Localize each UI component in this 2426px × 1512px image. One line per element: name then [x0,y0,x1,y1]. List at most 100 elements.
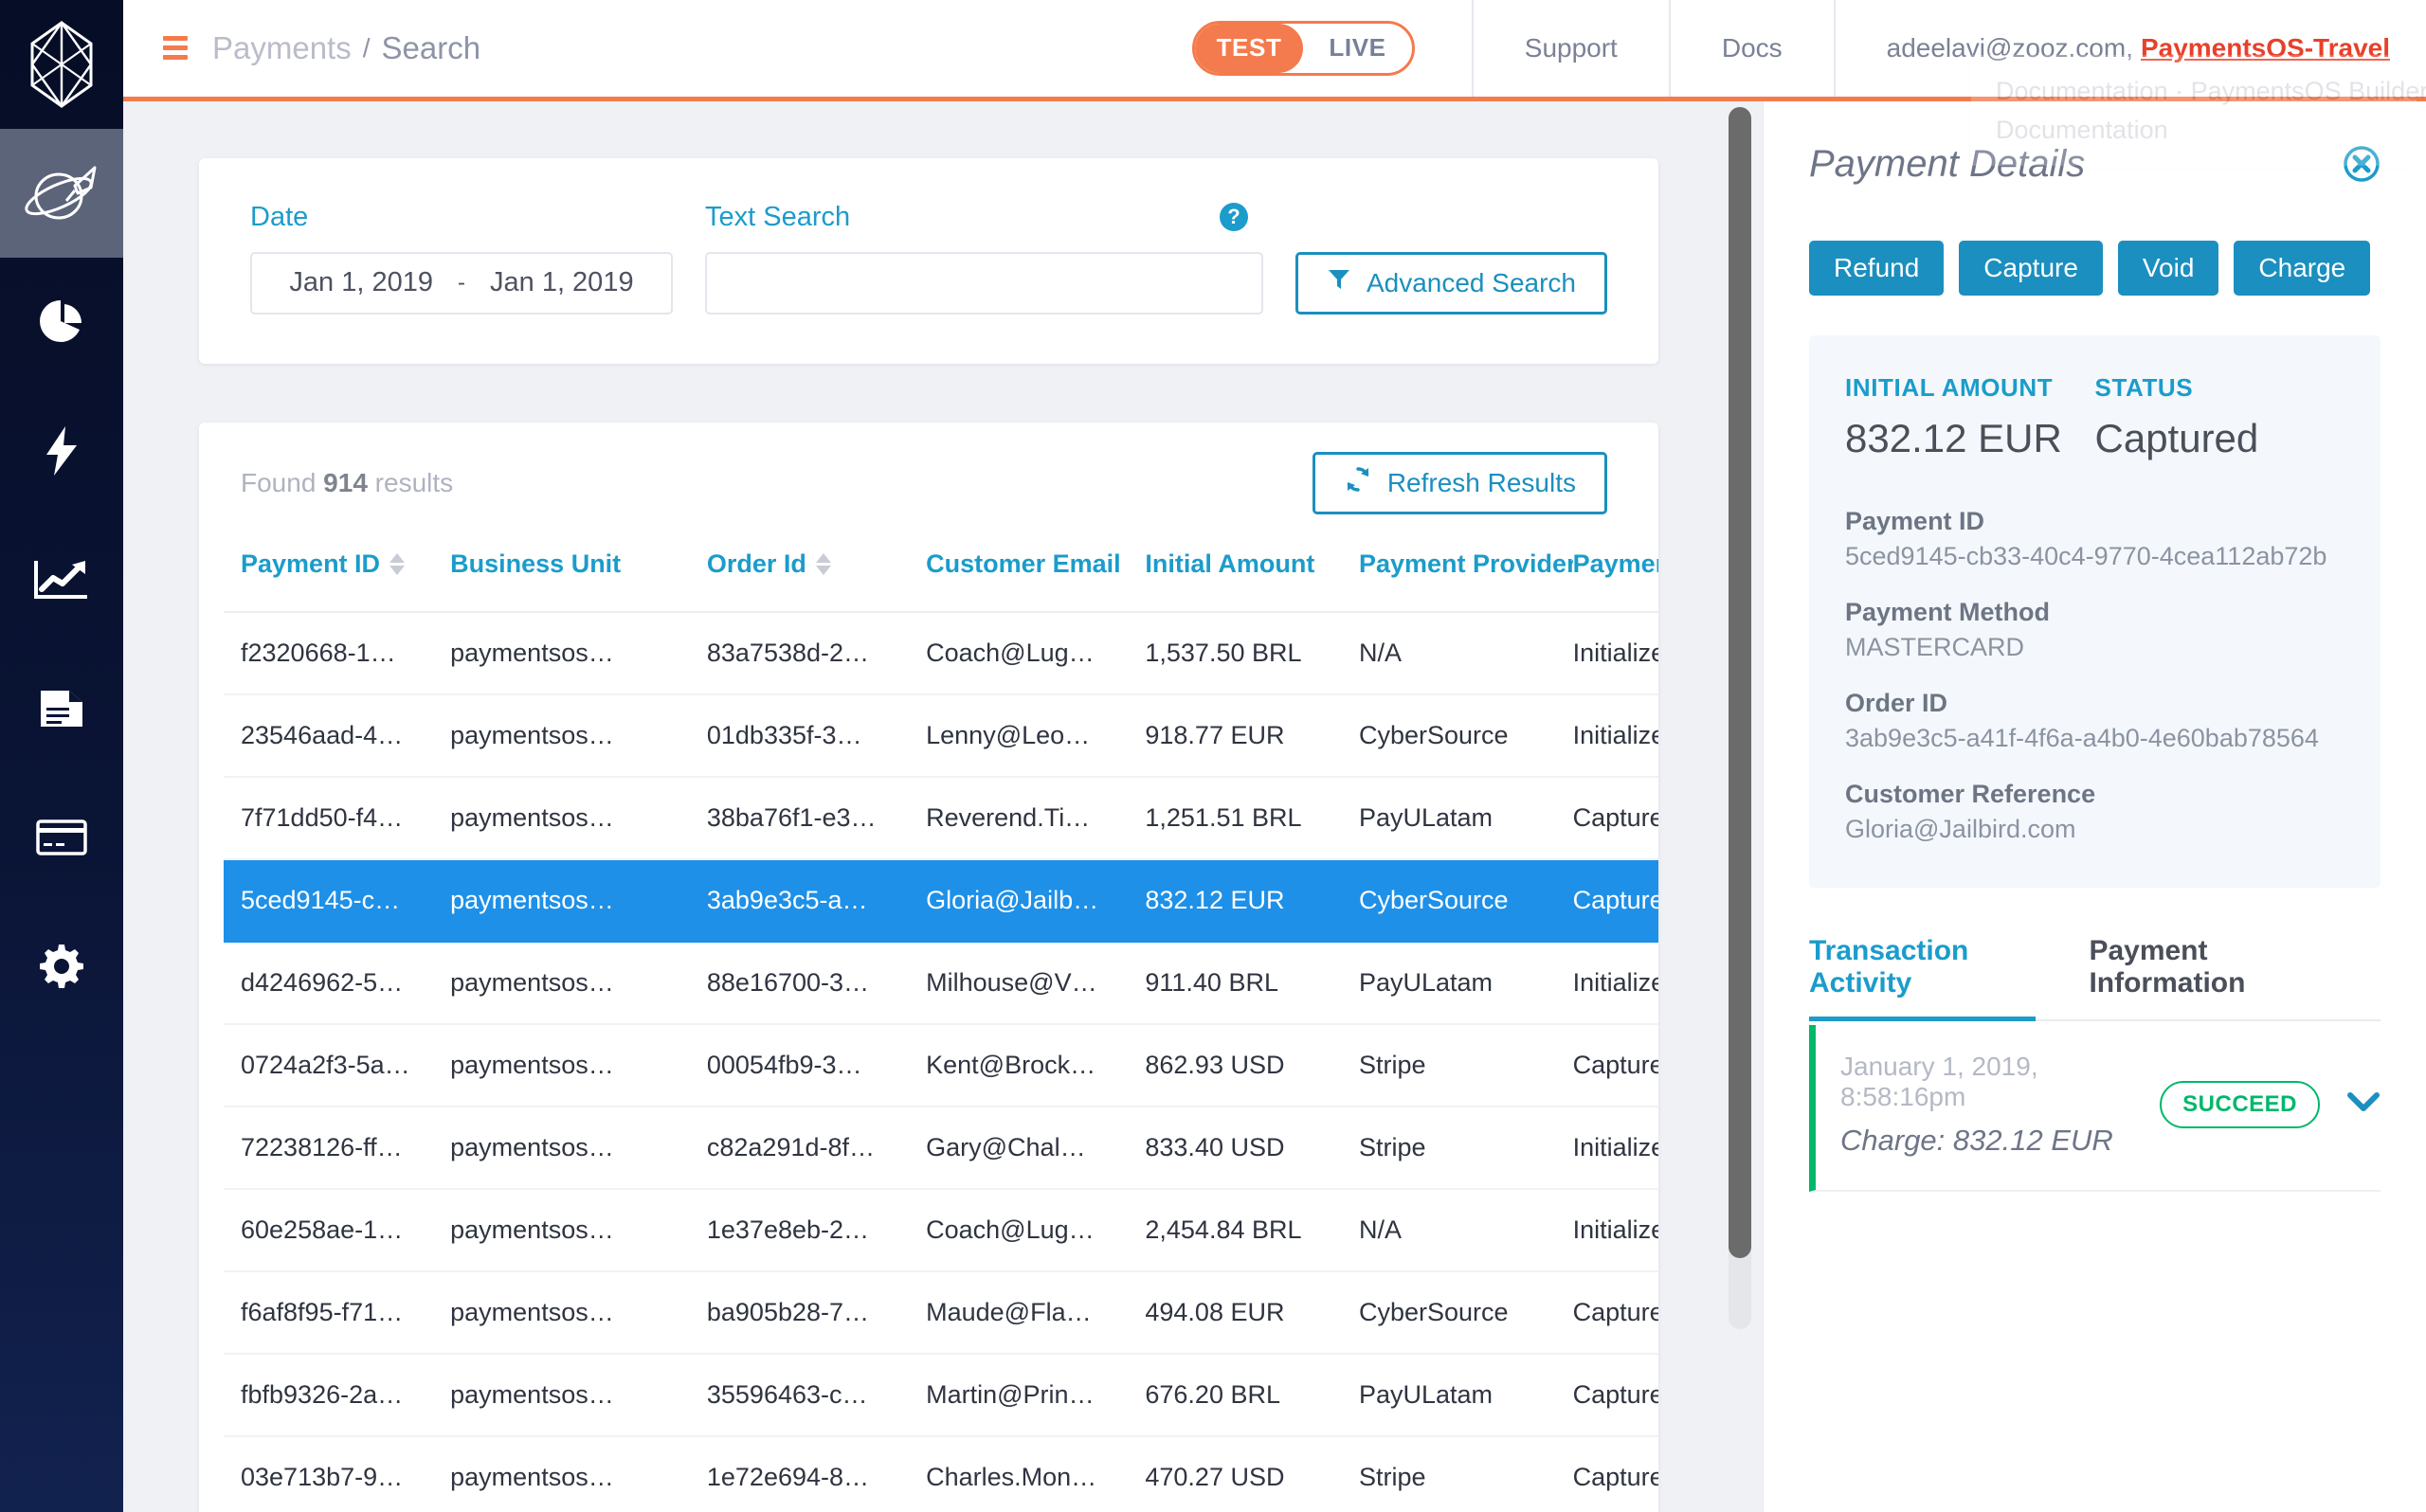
column-header-4[interactable]: Initial Amount [1145,543,1359,613]
cell-business_unit: paymentsos… [450,776,707,860]
table-row[interactable]: 23546aad-4… paymentsos… 01db335f-3… Lenny@L… [224,693,1658,778]
cell-payment_id: 0724a2f3-5a… [224,1023,451,1107]
table-row[interactable]: 5ced9145-c… paymentsos… 3ab9e3c5-a… Gloria@… [224,858,1658,943]
cell-payment_id: 03e713b7-9… [224,1435,451,1512]
hamburger-icon[interactable] [163,36,188,61]
filter-icon [1327,267,1351,298]
date-range-picker[interactable]: Jan 1, 2019 - Jan 1, 2019 [250,251,673,315]
cell-payment_id: 72238126-ff… [224,1106,451,1190]
cell-customer_email: Gloria@Jailb… [926,858,1146,943]
sidebar-item-reports[interactable] [0,515,123,644]
cell-initial_amount: 2,454.84 BRL [1145,1188,1359,1272]
breadcrumb-root[interactable]: Payments [212,30,352,66]
table-row[interactable]: d4246962-5… paymentsos… 88e16700-3… Milhous… [224,941,1658,1025]
void-button[interactable]: Void [2117,240,2219,296]
page-title: Payment Details [1809,142,2086,185]
cell-payment_provider: Stripe [1358,1435,1573,1512]
status-badge: Captured [2094,415,2259,460]
refresh-results-button[interactable]: Refresh Results [1312,451,1607,514]
table-row[interactable]: fbfb9326-2a… paymentsos… 35596463-c… Martin… [224,1353,1658,1437]
detail-field-value: Gloria@Jailbird.com [1845,814,2076,843]
page-scrollbar-thumb[interactable] [1729,106,1751,1258]
search-input[interactable] [705,251,1263,315]
column-header-5[interactable]: Payment Provider [1358,543,1573,613]
sidebar-item-payments[interactable] [0,773,123,902]
docs-link[interactable]: Docs [1668,0,1834,97]
capture-button[interactable]: Capture [1959,240,2103,296]
sidebar-item-activity[interactable] [0,387,123,515]
table-row[interactable]: f2320668-1… paymentsos… 83a7538d-2… Coach@L… [224,611,1658,695]
sidebar-item-home[interactable] [0,129,123,258]
sort-arrows-icon[interactable] [389,552,406,575]
table-row[interactable]: 7f71dd50-f4… paymentsos… 38ba76f1-e3… Rever… [224,776,1658,860]
refund-button[interactable]: Refund [1809,240,1945,296]
cell-payment_provider: PayULatam [1358,776,1573,860]
breadcrumb-separator: / [362,32,371,63]
table-row[interactable]: 03e713b7-9… paymentsos… 1e72e694-8… Charles… [224,1435,1658,1512]
user-account-area[interactable]: adeelavi@zooz.com, PaymentsOS-Travel Doc… [1833,0,2426,166]
column-header-label: Customer Email [926,549,1121,578]
detail-field-value: 3ab9e3c5-a41f-4f6a-a4b0-4e60bab78564 [1845,723,2319,752]
column-header-label: Business Unit [450,549,622,578]
tab-transaction-activity[interactable]: Transaction Activity [1809,935,2037,1021]
sidebar [0,0,123,1512]
page-body: Date Jan 1, 2019 - Jan 1, 2019 Text Sear… [123,100,2426,1512]
refresh-results-label: Refresh Results [1386,467,1576,497]
column-header-3[interactable]: Customer Email [926,543,1146,613]
cell-payment_provider: PayULatam [1358,1353,1573,1437]
environment-toggle[interactable]: TEST LIVE [1191,20,1415,76]
activity-description: Charge: 832.12 EUR [1840,1123,2113,1157]
column-header-1[interactable]: Business Unit [450,543,707,613]
detail-field: Payment Method MASTERCARD [1845,598,2345,662]
cell-order_id: 88e16700-3… [706,941,927,1025]
account-name-link[interactable]: PaymentsOS-Travel [2141,33,2390,63]
page-scrollbar[interactable] [1729,106,1751,1329]
column-header-0[interactable]: Payment ID [224,543,451,613]
cell-customer_email: Reverend.Ti… [926,776,1146,860]
transaction-activity-row[interactable]: January 1, 2019, 8:58:16pm Charge: 832.1… [1809,1024,2381,1192]
cell-payment_provider: PayULatam [1358,941,1573,1025]
payment-action-buttons: Refund Capture Void Charge [1809,240,2381,296]
cell-payment_status: Captured [1572,1270,1658,1355]
detail-field: Customer Reference Gloria@Jailbird.com [1845,780,2345,844]
charge-button[interactable]: Charge [2234,240,2371,296]
table-row[interactable]: 72238126-ff… paymentsos… c82a291d-8f… Gary@… [224,1106,1658,1190]
env-option-test[interactable]: TEST [1194,23,1304,73]
sidebar-item-settings[interactable] [0,902,123,1031]
cell-initial_amount: 918.77 EUR [1145,693,1359,778]
close-icon[interactable] [2343,145,2381,183]
results-table-clip: Payment ID Business Unit Order Id Customer … [199,543,1658,1512]
table-row[interactable]: 0724a2f3-5a… paymentsos… 00054fb9-3… Kent@B… [224,1023,1658,1107]
column-header-6[interactable]: Payment Status [1572,543,1658,613]
sidebar-item-documents[interactable] [0,644,123,773]
date-to-value: Jan 1, 2019 [490,267,634,298]
column-header-2[interactable]: Order Id [706,543,927,613]
status-block: STATUS Captured [2095,373,2345,461]
cell-business_unit: paymentsos… [450,858,707,943]
chevron-down-icon[interactable] [2346,1090,2381,1118]
cell-payment_provider: CyberSource [1358,1270,1573,1355]
text-search-filter: Text Search ? [705,202,1263,315]
cell-customer_email: Kent@Brock… [926,1023,1146,1107]
help-icon[interactable]: ? [1219,203,1248,232]
support-link[interactable]: Support [1471,0,1669,97]
detail-field-key: Customer Reference [1845,779,2096,808]
cell-order_id: 00054fb9-3… [706,1023,927,1107]
cell-order_id: 1e72e694-8… [706,1435,927,1512]
cell-initial_amount: 832.12 EUR [1145,858,1359,943]
cell-payment_id: fbfb9326-2a… [224,1353,451,1437]
cell-business_unit: paymentsos… [450,1435,707,1512]
sort-arrows-icon[interactable] [815,552,831,575]
advanced-search-button[interactable]: Advanced Search [1294,251,1607,315]
header-spacer [480,0,1192,97]
payments-table-head: Payment ID Business Unit Order Id Customer … [224,543,1658,613]
tab-payment-information[interactable]: Payment Information [2089,935,2327,1021]
table-row[interactable]: f6af8f95-f71… paymentsos… ba905b28-7… Maude… [224,1270,1658,1355]
sidebar-item-analytics[interactable] [0,258,123,387]
cell-business_unit: paymentsos… [450,1188,707,1272]
user-email-label: adeelavi@zooz.com, [1886,32,2133,63]
cell-customer_email: Lenny@Leo… [926,693,1146,778]
column-header-label: Payment Status [1572,549,1658,578]
env-option-live[interactable]: LIVE [1303,24,1412,73]
table-row[interactable]: 60e258ae-1… paymentsos… 1e37e8eb-2… Coach@L… [224,1188,1658,1272]
